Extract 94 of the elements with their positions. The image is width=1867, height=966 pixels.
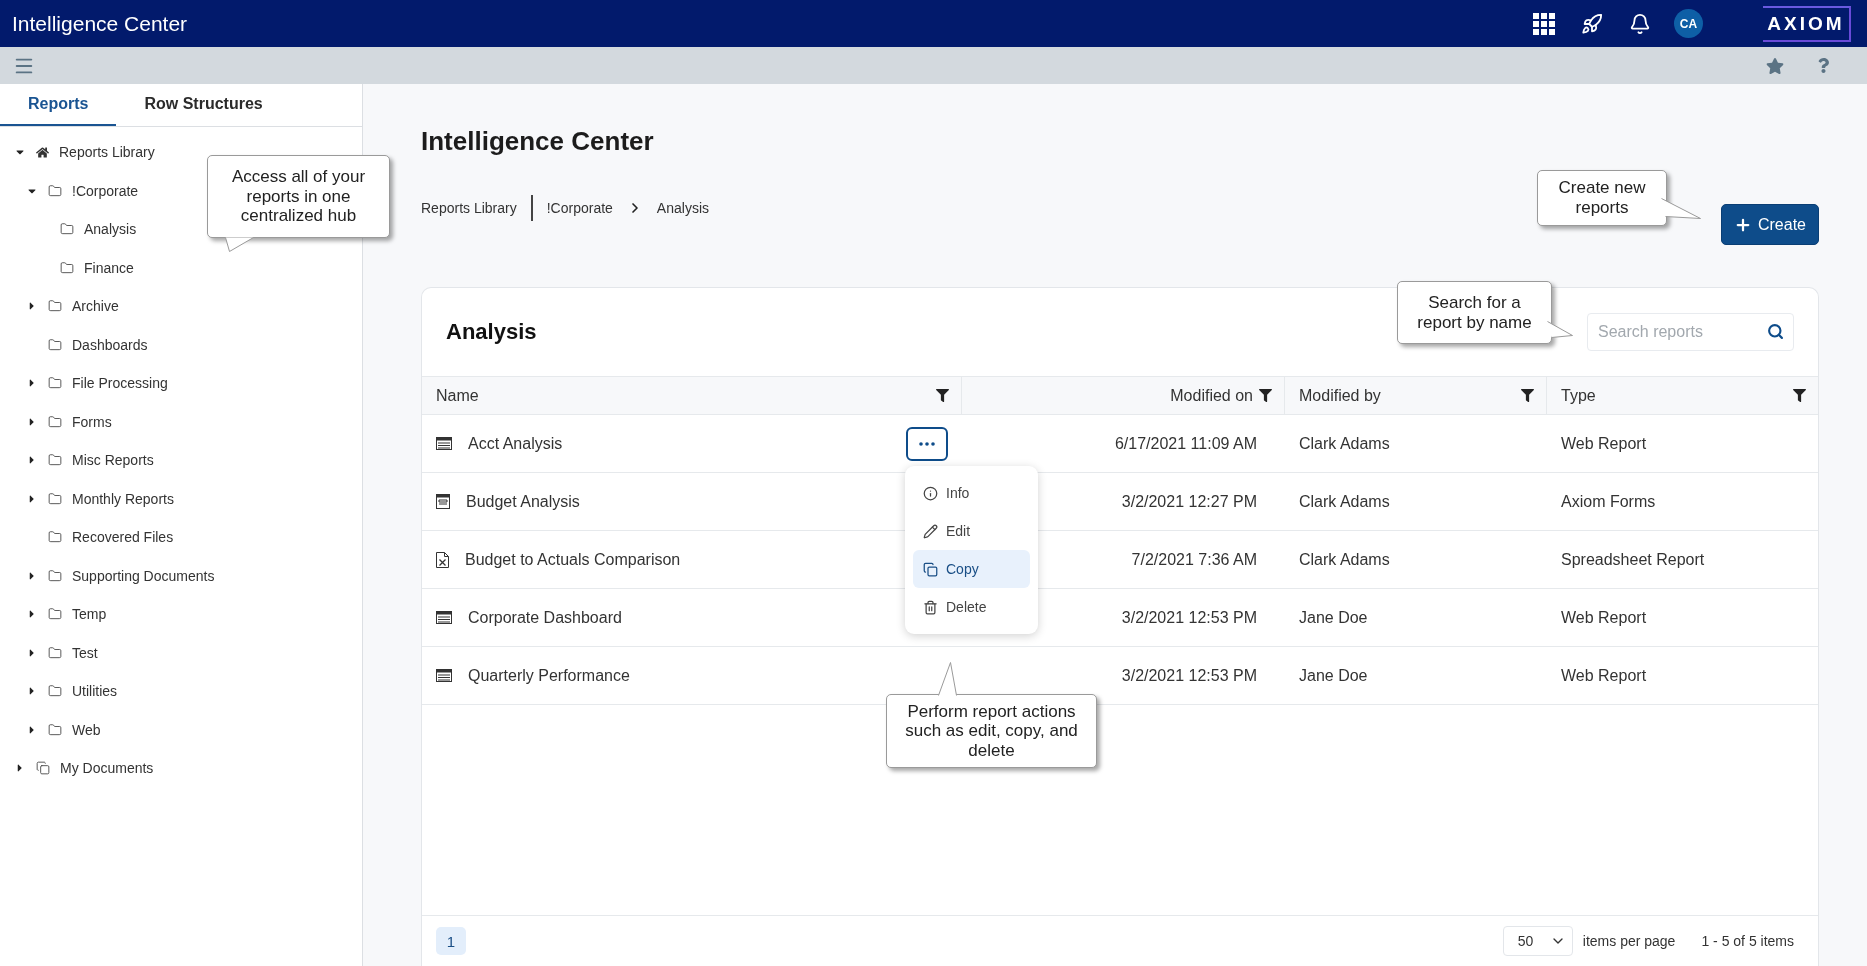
tree-item[interactable]: Analysis	[84, 221, 137, 238]
menu-item[interactable]: Copy	[913, 550, 1030, 588]
folder-icon	[48, 299, 62, 314]
tree-item[interactable]: Utilities	[72, 683, 118, 700]
tree-item[interactable]: Finance	[84, 259, 134, 276]
table-cell: Web Report	[1547, 647, 1818, 705]
folder-icon	[60, 260, 74, 275]
breadcrumb-link[interactable]: Reports Library	[421, 200, 517, 216]
folder-icon	[48, 337, 62, 352]
page-title: Intelligence Center	[421, 126, 655, 157]
table-report-icon	[436, 669, 452, 682]
folder-icon	[48, 684, 62, 699]
table-cell: Clark Adams	[1285, 531, 1547, 589]
table-cell: Axiom Forms	[1547, 473, 1818, 531]
filter-icon[interactable]	[1521, 389, 1534, 402]
filter-icon[interactable]	[1793, 389, 1806, 402]
filter-icon[interactable]	[936, 389, 949, 402]
tree-item[interactable]: Misc Reports	[72, 452, 154, 469]
logo: AXIOM	[1763, 5, 1851, 42]
tree-item[interactable]: Temp	[72, 606, 107, 623]
folder-icon	[60, 222, 74, 237]
pencil-icon	[923, 523, 938, 539]
documents-icon	[36, 761, 50, 776]
folder-icon	[48, 607, 62, 622]
table-cell: Web Report	[1547, 415, 1818, 473]
report-name[interactable]: Corporate Dashboard	[468, 608, 622, 627]
home-icon	[36, 145, 49, 159]
callout-pointer	[225, 237, 254, 252]
tree-item[interactable]: Reports Library	[59, 144, 155, 161]
folder-icon	[48, 491, 62, 506]
column-header[interactable]: Name	[436, 386, 479, 405]
table-report-icon	[436, 437, 452, 450]
tree-item[interactable]: Monthly Reports	[72, 490, 174, 507]
card-title: Analysis	[446, 319, 537, 345]
tree-item[interactable]: Web	[72, 721, 101, 738]
callout: Access all of your reports in one centralized hub	[207, 155, 390, 238]
folder-icon	[48, 722, 62, 737]
callout: Perform report actions such as edit, copy, and delete	[886, 694, 1097, 768]
search-field[interactable]: Search reports	[1587, 313, 1794, 351]
tree-item[interactable]: Supporting Documents	[72, 567, 215, 584]
tree-item[interactable]: Forms	[72, 413, 112, 430]
app-title: Intelligence Center	[12, 11, 189, 36]
more-actions-button[interactable]	[906, 426, 948, 461]
folder-icon	[48, 645, 62, 660]
search-icon[interactable]	[1767, 323, 1784, 340]
callout-pointer	[938, 662, 957, 696]
user-avatar[interactable]: CA	[1674, 9, 1703, 38]
folder-icon	[48, 453, 62, 468]
folder-icon	[48, 568, 62, 583]
breadcrumb-link[interactable]: !Corporate	[546, 200, 613, 216]
table-cell: Spreadsheet Report	[1547, 531, 1818, 589]
page-size-select[interactable]: 50	[1502, 926, 1573, 956]
table-cell: Jane Doe	[1285, 647, 1547, 705]
folder-icon	[48, 376, 62, 391]
report-name[interactable]: Budget to Actuals Comparison	[465, 550, 681, 569]
callout: Create new reports	[1537, 170, 1667, 226]
callout-pointer	[1547, 321, 1573, 338]
sidebar-tab[interactable]: Row Structures	[116, 84, 291, 126]
page-size-label: items per page	[1582, 933, 1676, 949]
spreadsheet-icon	[436, 551, 449, 568]
tree-item[interactable]: Test	[72, 644, 98, 661]
pager-summary: 1 - 5 of 5 items	[1701, 933, 1794, 949]
sidebar-tab[interactable]: Reports	[0, 84, 117, 126]
info-icon	[923, 485, 938, 501]
folder-icon	[48, 183, 62, 198]
copy-icon	[923, 561, 938, 577]
table-cell: Clark Adams	[1285, 473, 1547, 531]
create-button[interactable]: Create	[1720, 204, 1819, 245]
column-header[interactable]: Type	[1561, 386, 1596, 405]
tree-item[interactable]: File Processing	[72, 375, 168, 392]
report-name[interactable]: Acct Analysis	[468, 434, 563, 453]
folder-icon	[48, 414, 62, 429]
more-icon	[919, 441, 935, 446]
table-report-icon	[436, 611, 452, 624]
filter-icon[interactable]	[1259, 389, 1272, 402]
column-header[interactable]: Modified on	[1170, 386, 1253, 405]
page-button[interactable]: 1	[436, 927, 466, 955]
tree-item[interactable]: Archive	[72, 298, 119, 315]
table-cell: Web Report	[1547, 589, 1818, 647]
callout: Search for a report by name	[1397, 281, 1552, 344]
table-cell: Clark Adams	[1285, 415, 1547, 473]
tree-item[interactable]: My Documents	[60, 760, 154, 777]
form-icon	[436, 494, 450, 509]
table-cell: Jane Doe	[1285, 589, 1547, 647]
column-header[interactable]: Modified by	[1299, 386, 1381, 405]
report-name[interactable]: Quarterly Performance	[468, 666, 630, 685]
breadcrumb-link[interactable]: Analysis	[656, 200, 709, 216]
tree-item[interactable]: !Corporate	[72, 182, 139, 199]
report-name[interactable]: Budget Analysis	[466, 492, 580, 511]
tree-item[interactable]: Recovered Files	[72, 529, 174, 546]
tree-item[interactable]: Dashboards	[72, 336, 148, 353]
trash-icon	[923, 599, 938, 615]
callout-pointer	[1661, 198, 1701, 219]
folder-icon	[48, 530, 62, 545]
